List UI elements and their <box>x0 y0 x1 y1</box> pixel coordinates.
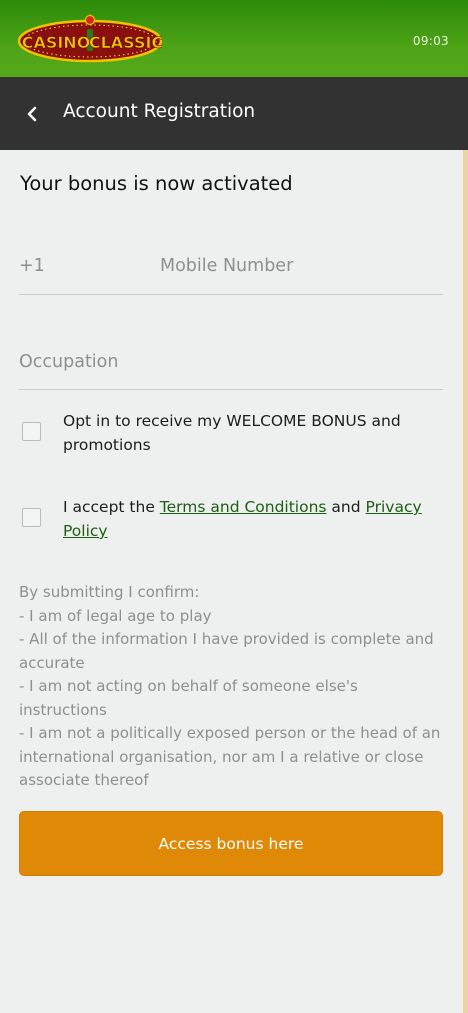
mobile-number-input[interactable] <box>160 250 440 282</box>
casino-classic-logo: CASINO CLASSIC <box>18 13 162 63</box>
scroll-edge <box>463 150 468 1013</box>
terms-prefix: I accept the <box>63 498 160 516</box>
app-bar: Account Registration <box>0 77 468 150</box>
terms-link[interactable]: Terms and Conditions <box>160 498 327 516</box>
back-button[interactable] <box>17 99 47 129</box>
page-title: Account Registration <box>63 101 256 122</box>
disclaimer: By submitting I confirm: - I am of legal… <box>19 581 443 793</box>
chevron-left-icon <box>27 106 37 122</box>
terms-label: I accept the Terms and Conditions and Pr… <box>63 495 433 543</box>
disclaimer-line: - All of the information I have provided… <box>19 630 434 672</box>
opt-in-label: Opt in to receive my WELCOME BONUS and p… <box>63 412 401 454</box>
opt-in-checkbox[interactable] <box>22 422 41 441</box>
occupation-input[interactable] <box>19 346 439 378</box>
disclaimer-line: - I am of legal age to play <box>19 606 212 625</box>
bonus-headline: Your bonus is now activated <box>20 172 293 195</box>
status-bar: CASINO CLASSIC 09:03 <box>0 0 468 77</box>
terms-checkbox[interactable] <box>22 508 41 527</box>
disclaimer-line: - I am not acting on behalf of someone e… <box>19 677 358 719</box>
status-time: 09:03 <box>412 34 449 48</box>
mobile-number-field: +1 <box>19 240 443 295</box>
logo-text-right: CLASSIC <box>89 33 162 52</box>
occupation-field <box>19 336 443 390</box>
terms-connector: and <box>326 498 366 516</box>
disclaimer-line: - I am not a politically exposed person … <box>19 724 441 789</box>
logo-text-left: CASINO <box>22 33 91 52</box>
phone-prefix[interactable]: +1 <box>19 256 45 276</box>
disclaimer-line: By submitting I confirm: <box>19 583 200 601</box>
access-bonus-button[interactable]: Access bonus here <box>19 811 443 876</box>
